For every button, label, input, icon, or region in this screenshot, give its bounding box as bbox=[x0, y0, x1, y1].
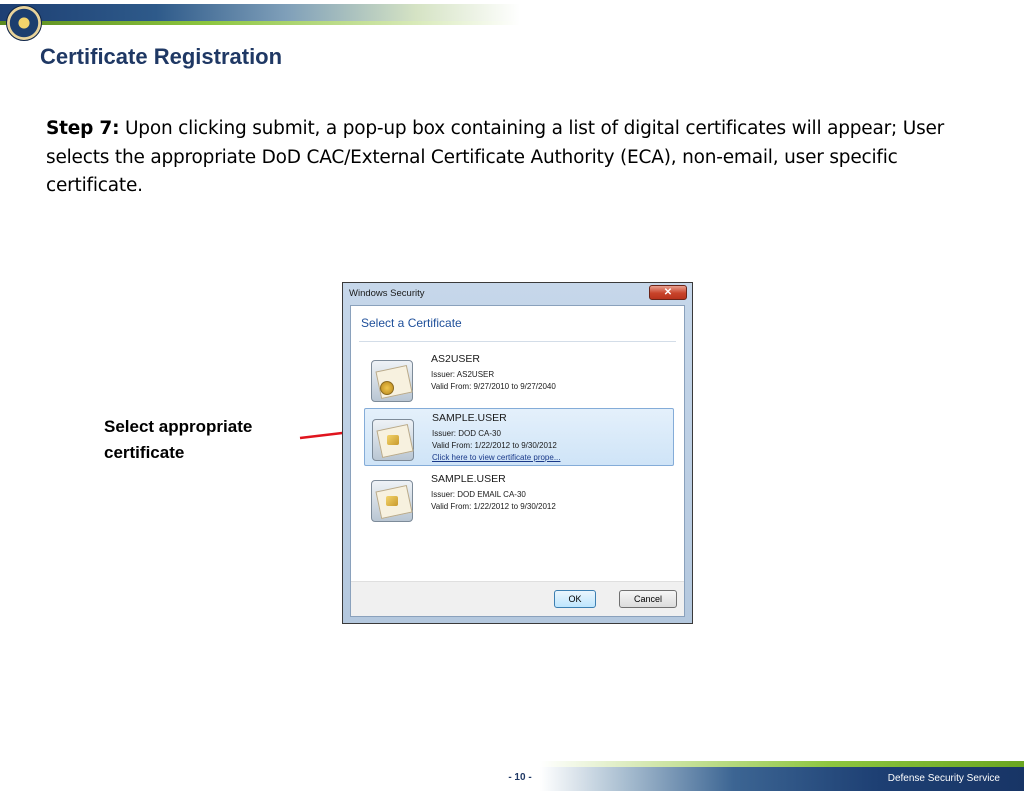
certificate-item[interactable]: AS2USER Issuer: AS2USER Valid From: 9/27… bbox=[364, 350, 674, 408]
top-banner bbox=[0, 0, 1024, 40]
dialog-close-button[interactable]: ✕ bbox=[649, 285, 687, 300]
windows-security-dialog: Windows Security ✕ Select a Certificate … bbox=[342, 282, 693, 624]
cancel-button[interactable]: Cancel bbox=[619, 590, 677, 608]
certificate-validity: Valid From: 1/22/2012 to 9/30/2012 bbox=[432, 441, 557, 450]
certificate-name: SAMPLE.USER bbox=[431, 473, 506, 485]
view-certificate-properties-link[interactable]: Click here to view certificate prope... bbox=[432, 453, 561, 462]
organization-name: Defense Security Service bbox=[887, 773, 1000, 784]
certificate-issuer: Issuer: DOD EMAIL CA-30 bbox=[431, 490, 526, 499]
certificate-validity: Valid From: 1/22/2012 to 9/30/2012 bbox=[431, 502, 556, 511]
slide-title: Certificate Registration bbox=[40, 44, 283, 69]
dialog-window-title: Windows Security bbox=[349, 288, 425, 299]
certificate-item[interactable]: SAMPLE.USER Issuer: DOD EMAIL CA-30 Vali… bbox=[364, 470, 674, 528]
dialog-footer: OK Cancel bbox=[351, 581, 684, 616]
callout-line-2: certificate bbox=[104, 443, 185, 462]
step-instructions: Step 7: Upon clicking submit, a pop-up b… bbox=[46, 115, 986, 201]
certificate-item-selected[interactable]: SAMPLE.USER Issuer: DOD CA-30 Valid From… bbox=[364, 408, 674, 466]
dialog-heading: Select a Certificate bbox=[361, 316, 462, 330]
heading-divider bbox=[359, 341, 676, 342]
callout-line-1: Select appropriate bbox=[104, 417, 253, 436]
certificate-name: SAMPLE.USER bbox=[432, 412, 507, 424]
certificate-seal-shape bbox=[380, 381, 394, 395]
dialog-content: Select a Certificate AS2USER Issuer: AS2… bbox=[350, 305, 685, 617]
smartcard-chip bbox=[386, 496, 398, 506]
step-body: Upon clicking submit, a pop-up box conta… bbox=[46, 118, 945, 196]
certificate-validity: Valid From: 9/27/2010 to 9/27/2040 bbox=[431, 382, 556, 391]
callout-label: Select appropriate certificate bbox=[104, 414, 304, 466]
page-number: - 10 - bbox=[508, 772, 532, 783]
certificate-issuer: Issuer: DOD CA-30 bbox=[432, 429, 501, 438]
dss-seal-logo bbox=[6, 5, 42, 41]
certificate-issuer: Issuer: AS2USER bbox=[431, 370, 495, 379]
smartcard-icon bbox=[371, 480, 413, 522]
certificate-card-shape bbox=[375, 364, 413, 400]
certificate-name: AS2USER bbox=[431, 353, 481, 365]
smartcard-chip bbox=[387, 435, 399, 445]
ok-button[interactable]: OK bbox=[554, 590, 596, 608]
banner-green-stripe bbox=[0, 21, 520, 25]
step-label: Step 7: bbox=[46, 118, 120, 139]
smartcard-icon bbox=[372, 419, 414, 461]
banner-navy-stripe bbox=[0, 4, 520, 21]
certificate-icon bbox=[371, 360, 413, 402]
